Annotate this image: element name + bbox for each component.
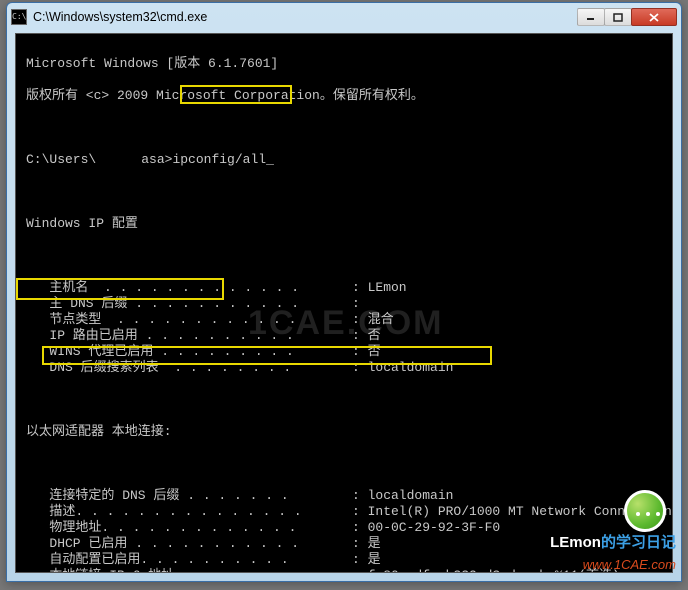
section-ipconfig: Windows IP 配置 [26,216,138,231]
section-adapter: 以太网适配器 本地连接: [26,424,172,439]
host-value: : 否 [352,344,381,360]
adapter-row: 连接特定的 DNS 后缀 . . . . . . . : localdomain [26,488,666,504]
overlay-caption: LEmon的学习日记 [550,531,676,552]
host-label: 节点类型 . . . . . . . . . . . . [26,312,304,327]
prompt-command: ipconfig/all [172,152,266,167]
titlebar[interactable]: C:\ C:\Windows\system32\cmd.exe [7,3,681,31]
maximize-button[interactable] [604,8,632,26]
adapter-label: 自动配置已启用. . . . . . . . . . [26,552,296,567]
adapter-value: : 00-0C-29-92-3F-F0 [352,520,500,536]
host-label: 主机名 . . . . . . . . . . . . . [26,280,307,295]
adapter-value: : fe80::dfa:b332:d3ed:ccbe%11(首选) [352,568,620,573]
caption-name: LEmon [550,534,601,551]
adapter-label: 连接特定的 DNS 后缀 . . . . . . . [26,488,296,503]
version-line: Microsoft Windows [版本 6.1.7601] [26,56,278,71]
host-label: WINS 代理已启用 . . . . . . . . . [26,344,302,359]
window-title: C:\Windows\system32\cmd.exe [33,10,578,24]
host-value: : localdomain [352,360,453,376]
host-value: : 混合 [352,312,394,328]
host-value: : LEmon [352,280,407,296]
adapter-label: 描述. . . . . . . . . . . . . . . [26,504,309,519]
minimize-button[interactable] [577,8,605,26]
host-label: 主 DNS 后缀 . . . . . . . . . . . [26,296,307,311]
adapter-label: 本地链接 IPv6 地址. . . . . . . . [26,568,299,573]
wechat-icon[interactable] [624,490,666,532]
user-redacted [96,153,141,166]
adapter-value: : localdomain [352,488,453,504]
cmd-window: C:\ C:\Windows\system32\cmd.exe 1CAE.COM… [6,2,682,582]
host-label: IP 路由已启用 . . . . . . . . . . [26,328,302,343]
terminal-client-area[interactable]: 1CAE.COM Microsoft Windows [版本 6.1.7601]… [15,33,673,573]
copyright-line: 版权所有 <c> 2009 Microsoft Corporation。保留所有… [26,88,424,103]
window-buttons [578,8,677,26]
adapter-label: 物理地址. . . . . . . . . . . . . [26,520,304,535]
host-row: IP 路由已启用 . . . . . . . . . . : 否 [26,328,666,344]
host-row: WINS 代理已启用 . . . . . . . . . : 否 [26,344,666,360]
adapter-label: DHCP 已启用 . . . . . . . . . . . [26,536,307,551]
cursor: _ [266,152,274,167]
caption-suffix: 的学习日记 [601,534,676,551]
cmd-icon: C:\ [11,9,27,25]
adapter-row: 描述. . . . . . . . . . . . . . . : Intel(… [26,504,666,520]
prompt-user: asa> [141,152,172,167]
adapter-value: : 是 [352,536,381,552]
adapter-row: 自动配置已启用. . . . . . . . . . : 是 [26,552,666,568]
host-value: : 否 [352,328,381,344]
prompt-prefix: C:\Users\ [26,152,96,167]
host-row: 节点类型 . . . . . . . . . . . . : 混合 [26,312,666,328]
host-row: 主 DNS 后缀 . . . . . . . . . . . : [26,296,666,312]
chat-dots-icon [636,512,640,516]
close-button[interactable] [631,8,677,26]
terminal-output: Microsoft Windows [版本 6.1.7601] 版权所有 <c>… [16,34,672,573]
adapter-row: 本地链接 IPv6 地址. . . . . . . . : fe80::dfa:… [26,568,666,573]
adapter-value: : 是 [352,552,381,568]
host-row: DNS 后缀搜索列表 . . . . . . . . : localdomain [26,360,666,376]
host-row: 主机名 . . . . . . . . . . . . . : LEmon [26,280,666,296]
host-value: : [352,296,360,312]
host-label: DNS 后缀搜索列表 . . . . . . . . [26,360,299,375]
overlay-url: www.1CAE.com [583,557,676,572]
